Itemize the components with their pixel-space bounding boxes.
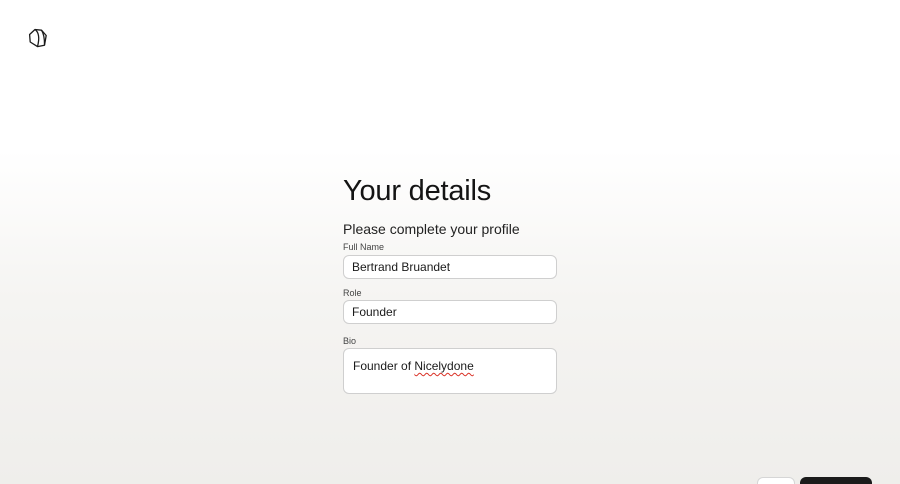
full-name-input[interactable] (343, 255, 557, 279)
role-label: Role (343, 288, 362, 298)
bio-text-misspelled-word: Nicelydone (414, 359, 474, 373)
bio-label: Bio (343, 336, 357, 346)
role-input[interactable] (343, 300, 557, 324)
bio-textarea[interactable]: Founder of Nicelydone (343, 348, 557, 394)
page-title: Your details (343, 175, 492, 207)
bio-text-prefix: Founder of (353, 359, 415, 373)
details-form: Your details Please complete your profil… (343, 175, 558, 394)
full-name-label: Full Name (343, 242, 385, 252)
back-button[interactable] (757, 477, 795, 484)
bio-text: Founder of Nicelydone (353, 359, 474, 374)
continue-button[interactable] (800, 477, 872, 484)
page-subtitle: Please complete your profile (343, 221, 520, 237)
brand-logo-icon (28, 28, 47, 48)
